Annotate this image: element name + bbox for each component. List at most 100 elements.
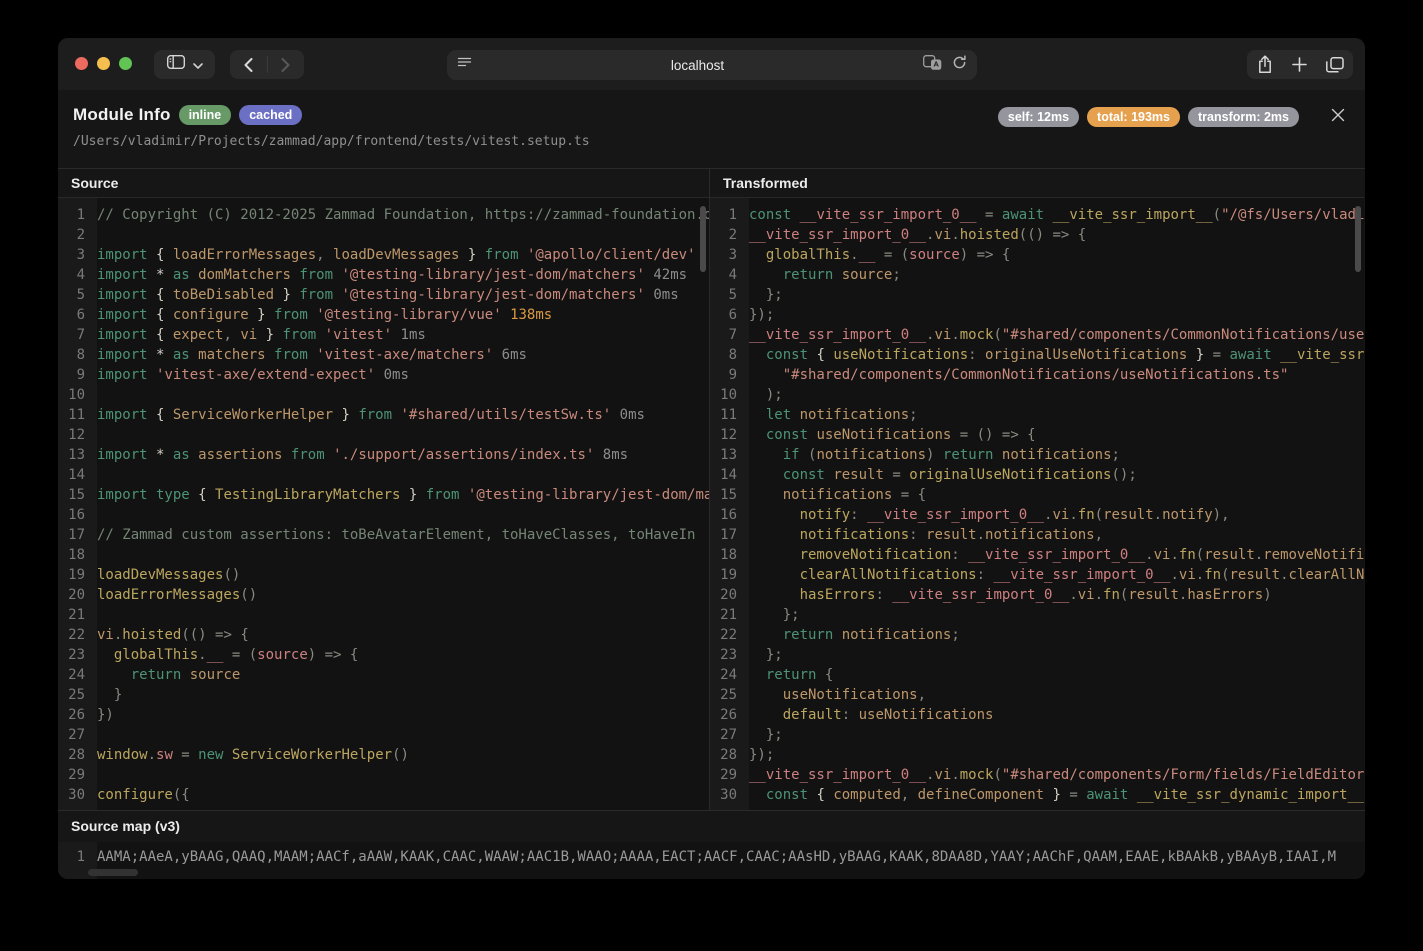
module-badges: inlinecached [179, 105, 303, 125]
code-line: 1// Copyright (C) 2012-2025 Zammad Found… [58, 205, 709, 225]
code-line: 29 [58, 765, 709, 785]
code-line: 22 return notifications; [710, 625, 1364, 645]
reload-icon[interactable] [952, 55, 967, 75]
code-line: 18 [58, 545, 709, 565]
line-content: notifications: result.notifications, [743, 525, 1103, 545]
code-line: 18 removeNotification: __vite_ssr_import… [710, 545, 1364, 565]
line-content [91, 545, 97, 565]
minimize-window-button[interactable] [97, 57, 110, 70]
badge: transform: 2ms [1188, 107, 1299, 127]
line-number: 1 [58, 847, 91, 867]
translate-icon[interactable] [923, 55, 942, 75]
line-content: return notifications; [743, 625, 960, 645]
reader-lines-icon[interactable] [457, 56, 472, 74]
line-content: import { toBeDisabled } from '@testing-l… [91, 285, 679, 305]
forward-button[interactable] [268, 50, 304, 79]
line-number: 28 [58, 745, 91, 765]
source-panel: Source 1// Copyright (C) 2012-2025 Zamma… [58, 169, 710, 810]
code-line: 20 hasErrors: __vite_ssr_import_0__.vi.f… [710, 585, 1364, 605]
line-content: import * as domMatchers from '@testing-l… [91, 265, 687, 285]
code-line: 7import { expect, vi } from 'vitest' 1ms [58, 325, 709, 345]
line-number: 9 [58, 365, 91, 385]
line-number: 10 [710, 385, 743, 405]
browser-toolbar: localhost [58, 38, 1365, 90]
line-number: 26 [710, 705, 743, 725]
line-content: loadErrorMessages() [91, 585, 257, 605]
line-number: 3 [58, 245, 91, 265]
line-number: 7 [710, 325, 743, 345]
line-number: 20 [710, 585, 743, 605]
line-number: 1 [710, 205, 743, 225]
code-line: 5import { toBeDisabled } from '@testing-… [58, 285, 709, 305]
line-content: if (notifications) return notifications; [743, 445, 1120, 465]
code-line: 16 notify: __vite_ssr_import_0__.vi.fn(r… [710, 505, 1364, 525]
maximize-window-button[interactable] [119, 57, 132, 70]
line-content: }); [743, 745, 774, 765]
line-content: return source [91, 665, 240, 685]
line-content: AAMA;AAeA,yBAAG,QAAQ,MAAM;AACf,aAAW,KAAK… [91, 847, 1336, 867]
line-number: 6 [58, 305, 91, 325]
code-line: 2 [58, 225, 709, 245]
line-number: 15 [710, 485, 743, 505]
line-content: hasErrors: __vite_ssr_import_0__.vi.fn(r… [743, 585, 1272, 605]
code-line: 1const __vite_ssr_import_0__ = await __v… [710, 205, 1364, 225]
code-line: 1AAMA;AAeA,yBAAG,QAAQ,MAAM;AACf,aAAW,KAA… [58, 847, 1365, 867]
line-content: import * as matchers from 'vitest-axe/ma… [91, 345, 527, 365]
back-button[interactable] [231, 50, 267, 79]
badge: cached [239, 105, 302, 125]
line-content [91, 505, 97, 525]
line-content: import { loadErrorMessages, loadDevMessa… [91, 245, 696, 265]
line-number: 7 [58, 325, 91, 345]
badge: total: 193ms [1087, 107, 1180, 127]
line-content: return { [743, 665, 833, 685]
line-number: 28 [710, 745, 743, 765]
code-line: 15 notifications = { [710, 485, 1364, 505]
line-content: vi.hoisted(() => { [91, 625, 249, 645]
line-content: }; [743, 725, 783, 745]
line-number: 26 [58, 705, 91, 725]
tabs-icon[interactable] [1320, 50, 1350, 79]
code-line: 8import * as matchers from 'vitest-axe/m… [58, 345, 709, 365]
module-info-header: Module Info inlinecached self: 12mstotal… [58, 90, 1365, 168]
code-line: 29__vite_ssr_import_0__.vi.mock("#shared… [710, 765, 1364, 785]
code-line: 10 ); [710, 385, 1364, 405]
code-line: 3 globalThis.__ = (source) => { [710, 245, 1364, 265]
close-icon[interactable] [1329, 106, 1347, 124]
line-content: const { useNotifications: originalUseNot… [743, 345, 1364, 365]
transformed-panel-title: Transformed [710, 169, 1364, 198]
line-number: 18 [710, 545, 743, 565]
sourcemap-hscrollbar-thumb[interactable] [88, 869, 138, 876]
source-scrollbar-thumb[interactable] [700, 206, 706, 272]
share-icon[interactable] [1251, 50, 1279, 79]
code-line: 19loadDevMessages() [58, 565, 709, 585]
close-window-button[interactable] [75, 57, 88, 70]
sourcemap-section: Source map (v3) 1AAMA;AAeA,yBAAG,QAAQ,MA… [58, 810, 1365, 879]
line-number: 16 [710, 505, 743, 525]
new-tab-icon[interactable] [1286, 50, 1313, 79]
line-number: 12 [58, 425, 91, 445]
code-line: 6import { configure } from '@testing-lib… [58, 305, 709, 325]
line-content: const __vite_ssr_import_0__ = await __vi… [743, 205, 1364, 225]
line-number: 25 [58, 685, 91, 705]
line-content: loadDevMessages() [91, 565, 240, 585]
code-line: 2__vite_ssr_import_0__.vi.hoisted(() => … [710, 225, 1364, 245]
source-code-view[interactable]: 1// Copyright (C) 2012-2025 Zammad Found… [58, 198, 709, 810]
address-bar[interactable]: localhost [447, 50, 977, 80]
code-line: 16 [58, 505, 709, 525]
line-content: notifications = { [743, 485, 926, 505]
line-content: }; [743, 285, 783, 305]
code-line: 28window.sw = new ServiceWorkerHelper() [58, 745, 709, 765]
code-line: 26 default: useNotifications [710, 705, 1364, 725]
sourcemap-code-view[interactable]: 1AAMA;AAeA,yBAAG,QAAQ,MAAM;AACf,aAAW,KAA… [58, 842, 1365, 879]
sidebar-toggle-button[interactable] [154, 50, 215, 79]
line-content: import { expect, vi } from 'vitest' 1ms [91, 325, 426, 345]
code-line: 27 [58, 725, 709, 745]
code-line: 30configure({ [58, 785, 709, 805]
line-content: }); [743, 305, 774, 325]
transformed-scrollbar-thumb[interactable] [1355, 206, 1361, 272]
transformed-code-view[interactable]: 1const __vite_ssr_import_0__ = await __v… [710, 198, 1364, 810]
line-number: 20 [58, 585, 91, 605]
line-content: // Zammad custom assertions: toBeAvatarE… [91, 525, 695, 545]
line-content [91, 605, 97, 625]
line-number: 2 [58, 225, 91, 245]
